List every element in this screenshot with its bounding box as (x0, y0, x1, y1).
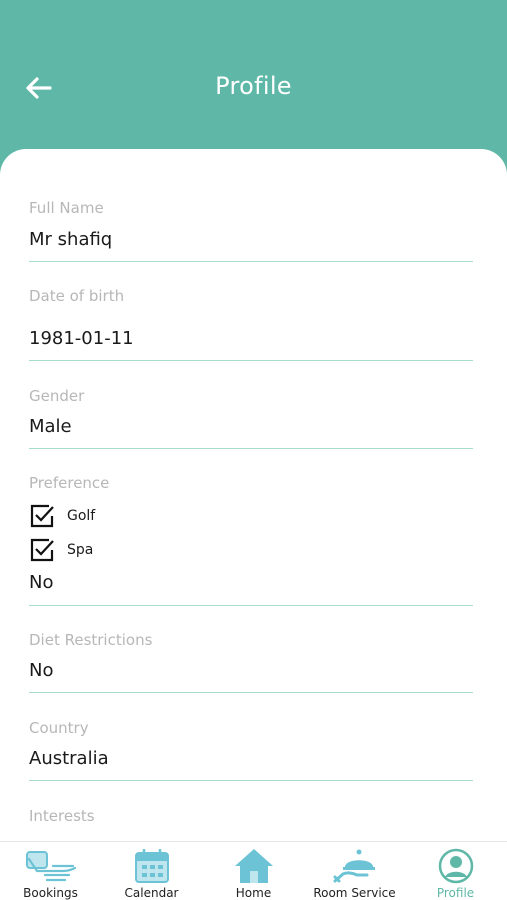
golf-option-label: Golf (67, 508, 96, 524)
tab-home[interactable]: Home (203, 842, 304, 900)
country-label: Country (29, 719, 89, 737)
diet-restrictions-label: Diet Restrictions (29, 631, 153, 649)
tab-home-label: Home (235, 886, 272, 900)
dob-label: Date of birth (29, 287, 125, 305)
diet-restrictions-value: No (29, 660, 54, 681)
full-name-field[interactable]: Full Name Mr shafiq (29, 194, 473, 262)
page-title: Profile (215, 72, 292, 100)
interests-label: Interests (29, 807, 95, 825)
gender-field[interactable]: Gender Male (29, 382, 473, 449)
home-icon (234, 849, 273, 883)
preference-field: Preference Golf Spa No (29, 469, 473, 606)
preference-golf-checkbox[interactable]: Golf (29, 503, 95, 529)
full-name-value: Mr shafiq (29, 229, 113, 250)
tab-profile-label: Profile (436, 886, 475, 900)
calendar-icon (134, 849, 169, 883)
tab-room-service-label: Room Service (313, 886, 396, 900)
room-service-icon (333, 849, 375, 883)
tab-room-service[interactable]: Room Service (304, 842, 405, 900)
tab-calendar[interactable]: Calendar (101, 842, 202, 900)
interests-field[interactable]: Interests (29, 802, 473, 841)
preference-spa-checkbox[interactable]: Spa (29, 537, 93, 563)
preference-label: Preference (29, 474, 110, 492)
profile-form: Full Name Mr shafiq Date of birth 1981-0… (0, 149, 507, 841)
tab-calendar-label: Calendar (124, 886, 179, 900)
tab-bookings[interactable]: Bookings (0, 842, 101, 900)
country-field[interactable]: Country Australia (29, 714, 473, 781)
gender-label: Gender (29, 387, 85, 405)
bottom-tab-bar: Bookings Calendar Home Room Service Prof… (0, 841, 507, 900)
bookings-icon (25, 851, 76, 882)
full-name-label: Full Name (29, 199, 104, 217)
tab-bookings-label: Bookings (23, 886, 78, 900)
diet-restrictions-field[interactable]: Diet Restrictions No (29, 626, 473, 693)
gender-value: Male (29, 416, 72, 437)
checkbox-checked-icon (30, 504, 54, 528)
tab-profile[interactable]: Profile (405, 842, 506, 900)
preference-value: No (29, 572, 54, 593)
checkbox-checked-icon (30, 538, 54, 562)
country-value: Australia (29, 748, 109, 769)
dob-field[interactable]: Date of birth 1981-01-11 (29, 282, 473, 361)
spa-option-label: Spa (67, 542, 94, 558)
profile-icon (438, 848, 473, 884)
dob-value: 1981-01-11 (29, 328, 134, 349)
